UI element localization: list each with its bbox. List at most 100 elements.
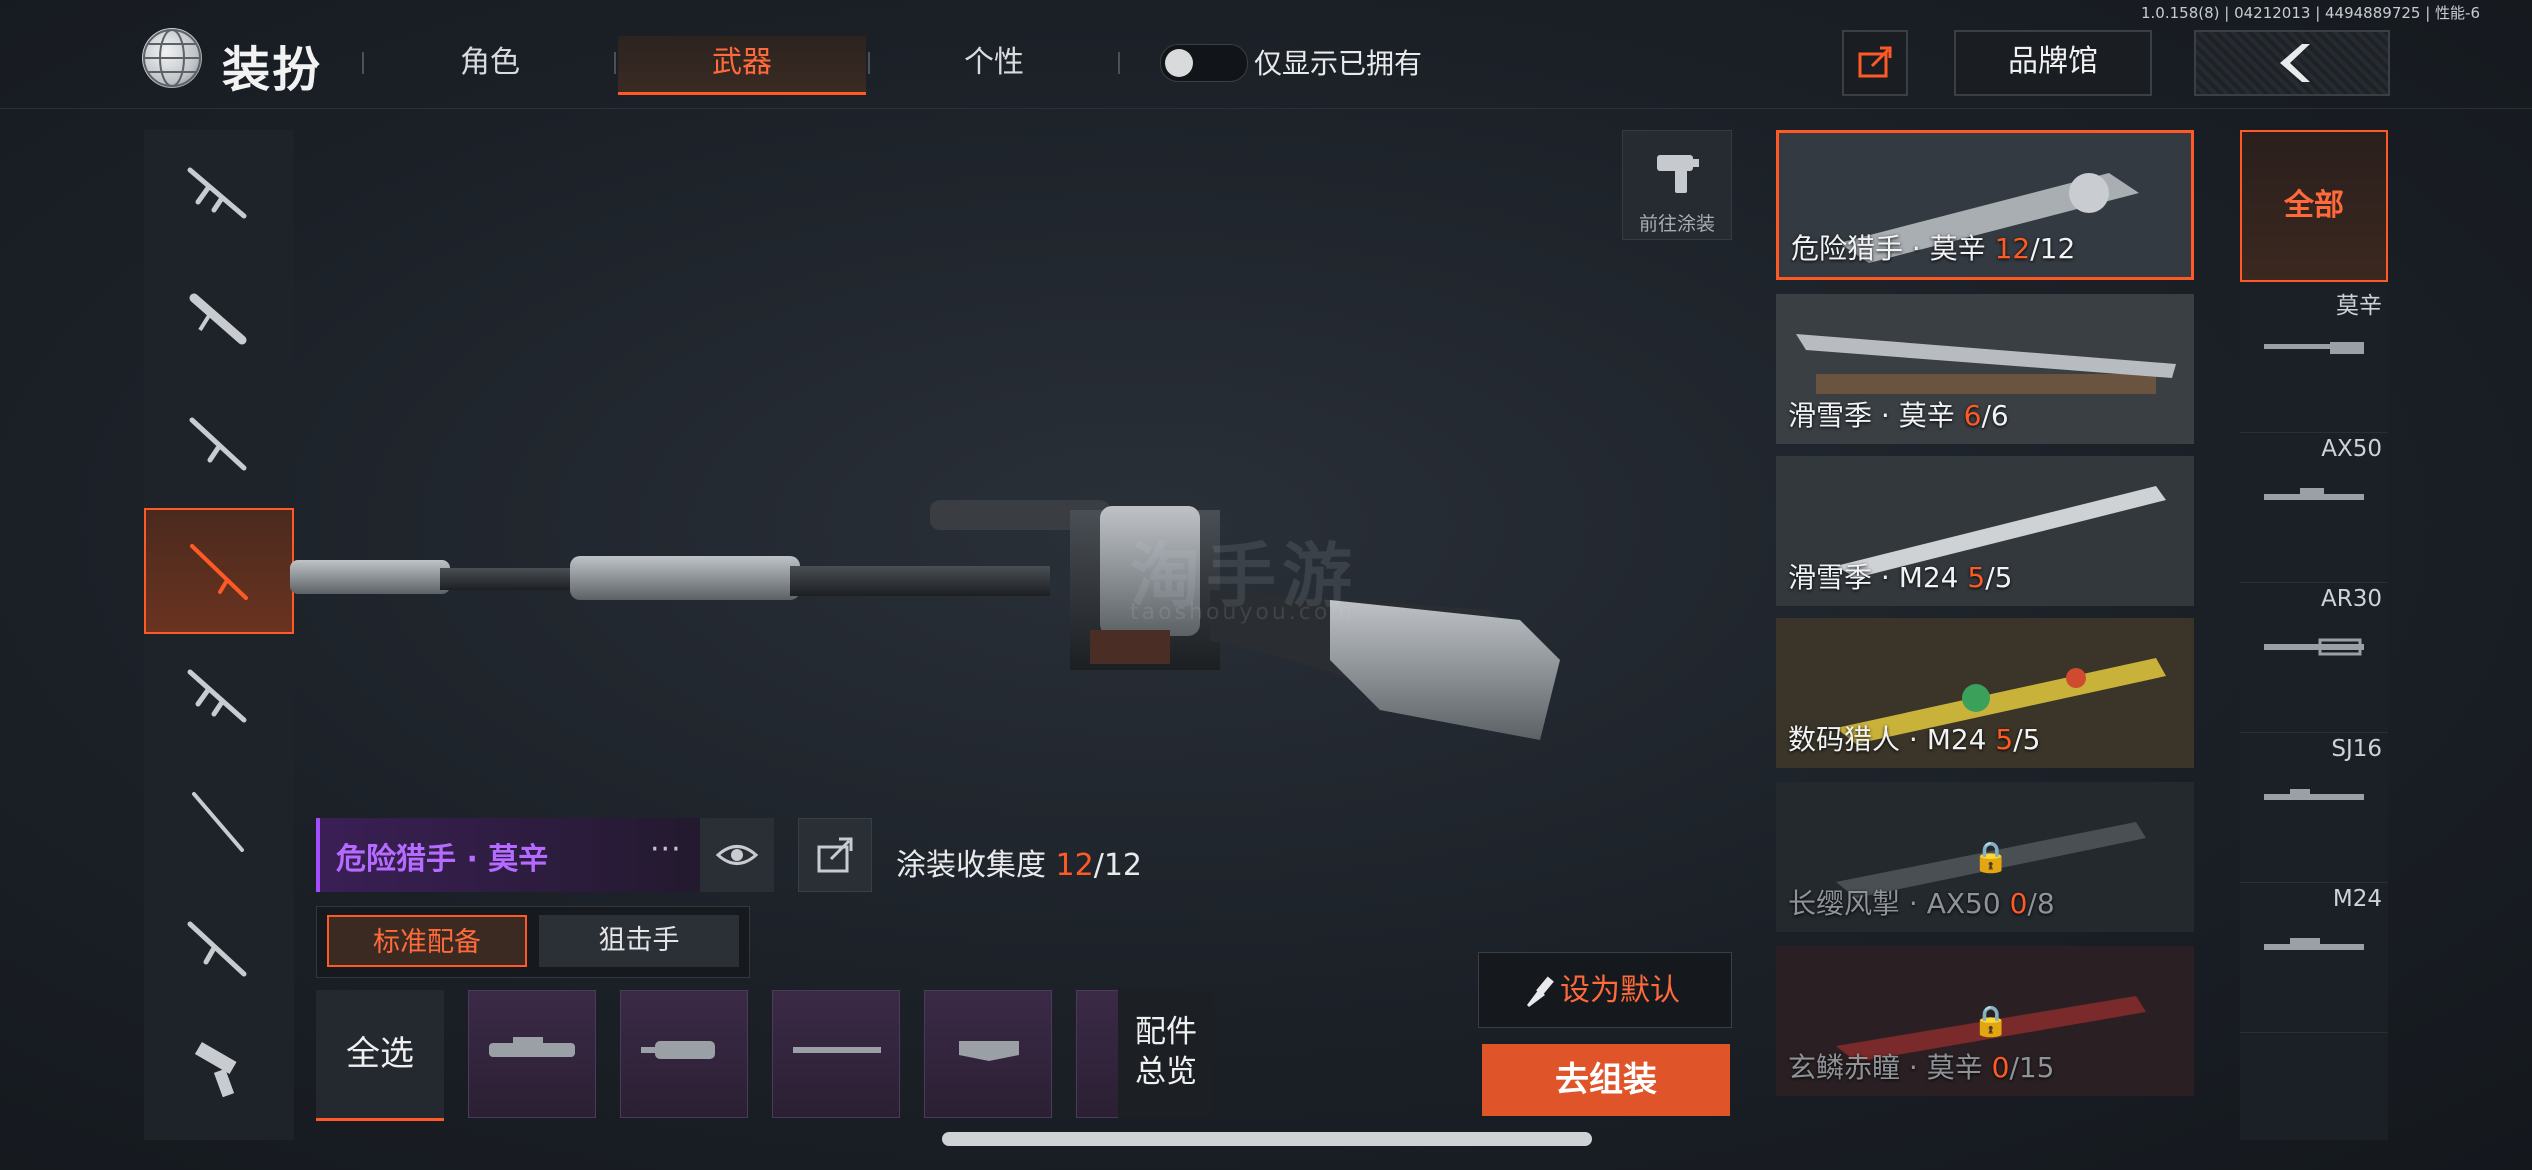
attachment-slot-suppressor[interactable] (620, 990, 748, 1118)
overview-label-1: 配件 (1135, 1014, 1197, 1050)
globe-logo-icon (142, 28, 202, 88)
set-default-label: 设为默认 (1560, 973, 1680, 1008)
pistol-icon (194, 1041, 237, 1098)
skin-card[interactable]: 危险猎手 · 莫辛 12/12 (1776, 130, 2194, 280)
assault-rifle-icon (187, 167, 247, 219)
lock-icon: 🔒 (1972, 1004, 2010, 1039)
barrel-icon (793, 1047, 881, 1053)
m24-icon (2264, 938, 2364, 950)
skin-card-name: 玄鳞赤瞳 · 莫辛 0/15 (1788, 1051, 2055, 1084)
toggle-knob (1165, 49, 1193, 77)
back-button[interactable] (2194, 30, 2390, 96)
mosin-icon (2264, 342, 2364, 354)
owned-only-toggle[interactable] (1160, 44, 1248, 82)
share-button[interactable] (1842, 30, 1908, 96)
share-skin-button[interactable] (798, 818, 872, 892)
skin-card[interactable]: 滑雪季 · 莫辛 6/6 (1776, 294, 2194, 444)
tab-divider (614, 52, 616, 74)
skin-card[interactable]: 滑雪季 · M24 5/5 (1776, 456, 2194, 606)
attachment-slot-barrel[interactable] (772, 990, 900, 1118)
filter-item-ar30[interactable]: AR30 (2240, 582, 2388, 733)
more-options-icon[interactable]: ··· (650, 832, 682, 867)
tab-standard-loadout[interactable]: 标准配备 (327, 915, 527, 967)
watermark-url: taoshouyou.com (1130, 600, 1355, 625)
preview-eye-button[interactable] (700, 818, 774, 892)
weapon-category-shotgun[interactable] (144, 382, 294, 508)
skin-card-name: 长缨风掣 · AX50 0/8 (1788, 887, 2055, 920)
top-bar: 1.0.158(8) | 04212013 | 4494889725 | 性能-… (0, 0, 2532, 109)
filter-item-ax50[interactable]: AX50 (2240, 432, 2388, 583)
select-all-button[interactable]: 全选 (316, 990, 444, 1121)
sniper-rifle-icon (190, 544, 248, 600)
goto-paint-label: 前往涂装 (1638, 213, 1715, 235)
weapon-category-smg[interactable] (144, 256, 294, 382)
tab-weapon[interactable]: 武器 (618, 36, 866, 95)
chevron-left-icon (2280, 44, 2310, 82)
tab-divider (868, 52, 870, 74)
tab-divider (1118, 52, 1120, 74)
weapon-category-carbine[interactable] (144, 886, 294, 1012)
tab-sniper-loadout[interactable]: 狙击手 (539, 915, 739, 967)
filter-all-button[interactable]: 全部 (2240, 130, 2388, 282)
attachments-overview-button[interactable]: 配件 总览 (1118, 990, 1214, 1118)
weapon-category-assault-rifle[interactable] (144, 130, 294, 256)
scope-icon (489, 1037, 575, 1057)
brush-icon (1527, 976, 1554, 1007)
ax50-icon (2264, 488, 2364, 500)
spray-gun-icon (1657, 155, 1699, 193)
page-title: 装扮 (222, 42, 323, 98)
skin-card[interactable]: 🔒 玄鳞赤瞳 · 莫辛 0/15 (1776, 946, 2194, 1096)
weapon-category-rifle[interactable] (144, 634, 294, 760)
collection-collected: 12 (1055, 848, 1094, 883)
attachment-slot-stock[interactable] (924, 990, 1052, 1118)
overview-label-2: 总览 (1135, 1054, 1197, 1090)
weapon-preview-model[interactable] (290, 470, 1770, 770)
collection-progress: 涂装收集度 12/12 (896, 840, 1142, 884)
weapon-filter-column: 全部 莫辛 AX50 AR30 SJ16 M24 (2240, 130, 2388, 1140)
skin-name: 危险猎手 · 莫辛 (336, 842, 549, 877)
collection-total: /12 (1093, 848, 1143, 883)
eye-icon (715, 845, 759, 865)
skin-name-panel[interactable]: 危险猎手 · 莫辛 ··· (316, 818, 702, 892)
ar30-icon (2264, 638, 2364, 656)
weapon-category-pistol[interactable] (144, 1012, 294, 1138)
home-indicator (942, 1132, 1592, 1146)
share-icon (817, 837, 853, 873)
version-info: 1.0.158(8) | 04212013 | 4494889725 | 性能-… (2140, 4, 2480, 22)
weapon-category-sniper[interactable] (144, 508, 294, 634)
filter-item-sj16[interactable]: SJ16 (2240, 732, 2388, 883)
marksman-rifle-icon (192, 792, 244, 852)
skin-card-name: 滑雪季 · M24 5/5 (1788, 561, 2013, 594)
skin-card-name: 危险猎手 · 莫辛 12/12 (1791, 232, 2076, 265)
rifle-icon (187, 669, 247, 723)
skin-card[interactable]: 🔒 长缨风掣 · AX50 0/8 (1776, 782, 2194, 932)
filter-label: SJ16 (2331, 736, 2382, 762)
skin-card-name: 数码猎人 · M24 5/5 (1788, 723, 2041, 756)
weapon-category-sidebar (144, 130, 294, 1140)
smg-icon (189, 293, 247, 345)
filter-label: 莫辛 (2336, 293, 2382, 319)
filter-label: AX50 (2321, 436, 2382, 462)
go-assemble-button[interactable]: 去组装 (1482, 1044, 1730, 1116)
filter-item-mosin[interactable]: 莫辛 (2240, 282, 2388, 433)
sj16-icon (2264, 789, 2364, 800)
lock-icon: 🔒 (1972, 840, 2010, 875)
goto-paint-button[interactable]: 前往涂装 (1622, 130, 1732, 240)
set-default-button[interactable]: 设为默认 (1478, 952, 1732, 1028)
carbine-icon (187, 921, 247, 977)
owned-only-label: 仅显示已拥有 (1254, 47, 1423, 80)
skin-card[interactable]: 数码猎人 · M24 5/5 (1776, 618, 2194, 768)
shotgun-icon (189, 417, 247, 471)
collection-label: 涂装收集度 (896, 848, 1046, 883)
weapon-category-marksman[interactable] (144, 760, 294, 886)
loadout-tabs: 标准配备 狙击手 (316, 906, 750, 978)
tab-divider (362, 52, 364, 74)
tab-character[interactable]: 角色 (400, 36, 580, 92)
attachment-slot-scope[interactable] (468, 990, 596, 1118)
brand-hall-button[interactable]: 品牌馆 (1954, 30, 2152, 96)
share-icon (1858, 46, 1892, 78)
filter-label: M24 (2332, 886, 2382, 912)
filter-item-m24[interactable]: M24 (2240, 882, 2388, 1033)
stock-icon (959, 1041, 1019, 1061)
tab-personality[interactable]: 个性 (904, 36, 1084, 92)
